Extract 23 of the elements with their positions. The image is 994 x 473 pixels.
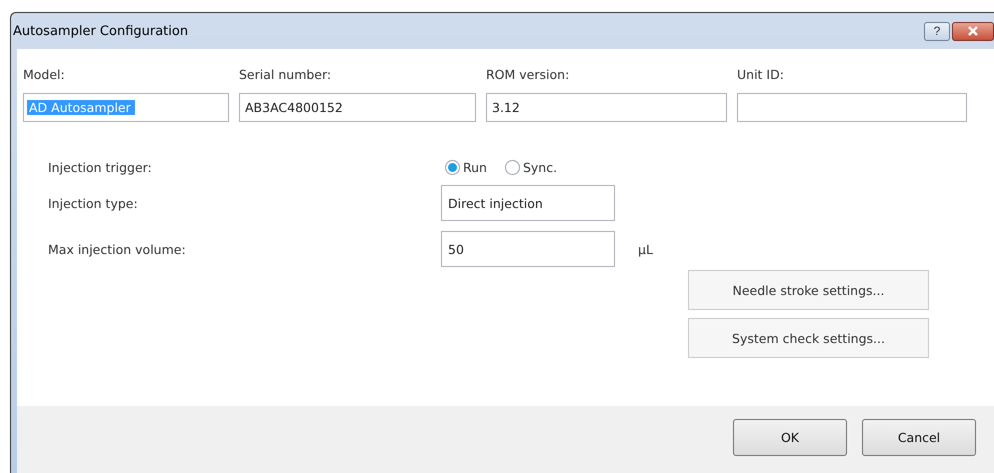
field-label: Model: [23,67,66,82]
text-field[interactable]: 50 [441,231,615,267]
field-label: Max injection volume: [48,242,187,256]
radio-button[interactable]: Run [445,160,487,175]
field-label: Injection trigger: [48,160,153,175]
help-button[interactable]: ? [924,22,950,40]
field-label: Unit ID: [737,67,785,82]
dialog-button[interactable]: OK [733,419,847,456]
field-label: ROM version: [486,67,570,82]
radio-button[interactable]: Sync. [504,160,558,175]
close-icon [967,26,979,36]
unit-label: µL [638,242,654,256]
field-label: Injection type: [48,196,139,210]
text-field[interactable]: Direct injection [441,185,615,221]
dialog-button[interactable]: Cancel [862,419,976,456]
settings-button[interactable]: Needle stroke settings... [688,270,929,310]
text-field[interactable]: 3.12 [486,93,727,122]
text-field[interactable]: AB3AC4800152 [239,93,476,122]
window-title: Autosampler Configuration [13,24,188,38]
close-button[interactable] [952,22,994,40]
field-label: Serial number: [239,67,332,82]
settings-button[interactable]: System check settings... [688,318,929,358]
text-field[interactable] [737,93,967,122]
